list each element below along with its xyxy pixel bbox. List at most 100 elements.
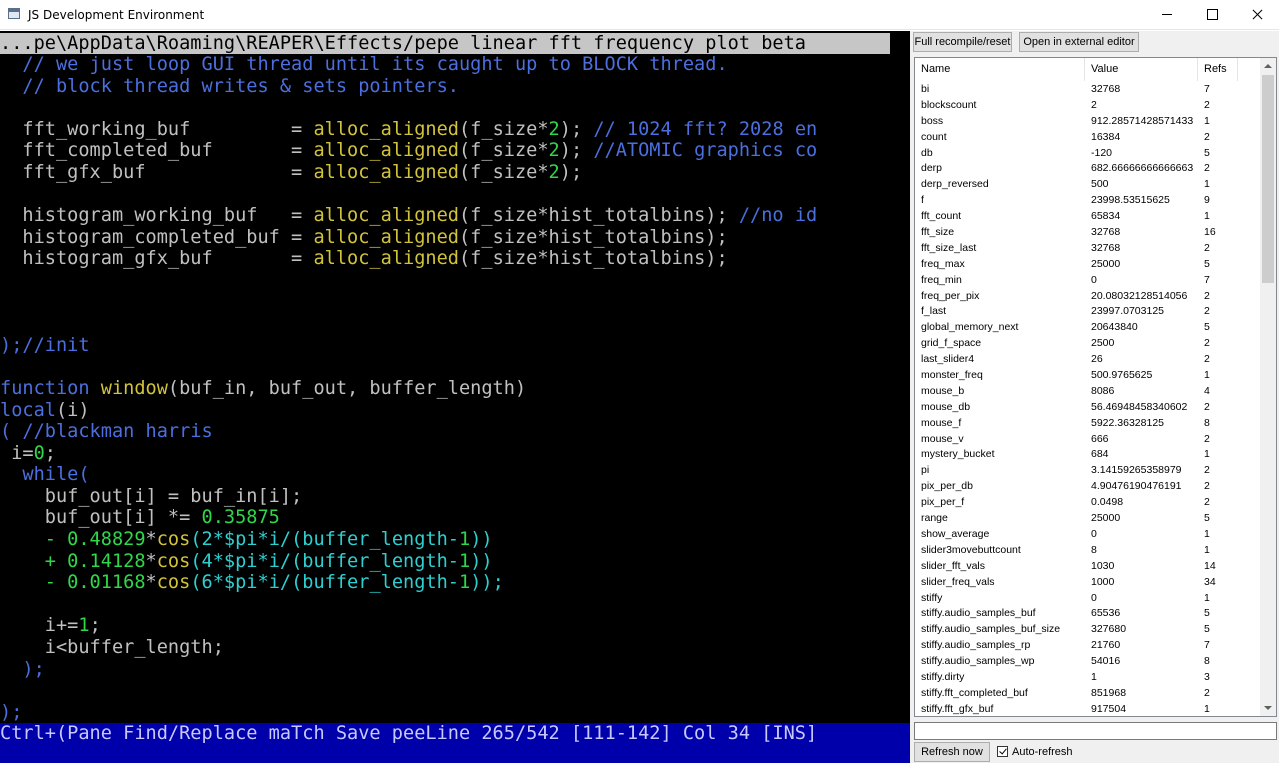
variable-row[interactable]: pix_per_db 4.90476190476191 2 [915,479,1260,495]
variable-row[interactable]: grid_f_space 2500 2 [915,336,1260,352]
code-area[interactable]: // we just loop GUI thread until its cau… [0,54,890,723]
code-line[interactable]: local(i) [0,400,890,422]
variable-refs: 9 [1204,194,1210,207]
variables-scrollbar[interactable] [1260,58,1276,716]
variable-row[interactable]: derp_reversed 500 1 [915,177,1260,193]
code-line[interactable]: function window(buf_in, buf_out, buffer_… [0,378,890,400]
variable-name: mouse_db [921,400,971,413]
variable-row[interactable]: stiffy.audio_samples_buf 65536 5 [915,606,1260,622]
close-button[interactable] [1235,0,1279,30]
variable-row[interactable]: stiffy.audio_samples_buf_size 327680 5 [915,622,1260,638]
variable-row[interactable]: freq_max 25000 5 [915,257,1260,273]
variable-row[interactable]: stiffy.audio_samples_rp 21760 7 [915,638,1260,654]
code-line[interactable]: i+=1; [0,615,890,637]
scrollbar-thumb[interactable] [1262,75,1274,283]
column-header-refs[interactable]: Refs [1198,58,1238,81]
variable-row[interactable]: range 25000 5 [915,511,1260,527]
variable-row[interactable]: fft_count 65834 1 [915,209,1260,225]
code-line[interactable] [0,292,890,314]
code-line[interactable]: // we just loop GUI thread until its cau… [0,54,890,76]
code-line[interactable]: ); [0,702,890,723]
code-line[interactable]: i<buffer_length; [0,637,890,659]
variable-row[interactable]: mouse_b 8086 4 [915,384,1260,400]
code-line[interactable]: );//init [0,335,890,357]
variable-row[interactable]: freq_per_pix 20.08032128514056 2 [915,289,1260,305]
variable-row[interactable]: stiffy.dirty 1 3 [915,670,1260,686]
variable-row[interactable]: slider3movebuttcount 8 1 [915,543,1260,559]
variable-row[interactable]: stiffy.fft_completed_buf 851968 2 [915,686,1260,702]
variable-row[interactable]: stiffy 0 1 [915,591,1260,607]
variable-row[interactable]: show_average 0 1 [915,527,1260,543]
filter-input[interactable] [914,722,1277,740]
variable-row[interactable]: mystery_bucket 684 1 [915,447,1260,463]
variables-list[interactable]: Name Value Refs bi 32768 7 blockscount 2 2 bos… [914,57,1277,717]
variable-row[interactable]: blockscount 2 2 [915,98,1260,114]
code-line[interactable]: ); [0,659,890,681]
variable-row[interactable]: mouse_db 56.46948458340602 2 [915,400,1260,416]
variable-row[interactable]: derp 682.66666666666663 2 [915,161,1260,177]
code-line[interactable] [0,184,890,206]
variable-row[interactable]: slider_freq_vals 1000 34 [915,575,1260,591]
full-recompile-button[interactable]: Full recompile/reset [913,32,1012,52]
code-line[interactable]: histogram_gfx_buf = alloc_aligned(f_size… [0,248,890,270]
code-line[interactable]: ( //blackman harris [0,421,890,443]
variable-row[interactable]: bi 32768 7 [915,82,1260,98]
code-line[interactable]: + 0.14128*cos(4*$pi*i/(buffer_length-1)) [0,551,890,573]
code-line[interactable]: buf_out[i] *= 0.35875 [0,507,890,529]
variable-row[interactable]: pi 3.14159265358979 2 [915,463,1260,479]
refresh-now-button[interactable]: Refresh now [914,742,990,762]
scroll-down-icon[interactable] [1260,700,1276,716]
minimize-button[interactable] [1145,0,1190,30]
code-line[interactable]: - 0.48829*cos(2*$pi*i/(buffer_length-1)) [0,529,890,551]
variable-value: 32768 [1091,226,1121,239]
code-token: (buf_in, buf_out, buffer_length) [167,377,527,399]
code-line[interactable]: histogram_working_buf = alloc_aligned(f_… [0,205,890,227]
variable-row[interactable]: stiffy.fft_gfx_buf 917504 1 [915,702,1260,716]
code-line[interactable] [0,356,890,378]
code-line[interactable]: fft_working_buf = alloc_aligned(f_size*2… [0,119,890,141]
variable-refs: 7 [1204,273,1210,286]
code-token: histogram_working_buf = [0,205,314,227]
variable-row[interactable]: mouse_v 666 2 [915,432,1260,448]
variable-row[interactable]: monster_freq 500.9765625 1 [915,368,1260,384]
variable-row[interactable]: fft_size 32768 16 [915,225,1260,241]
maximize-button[interactable] [1190,0,1235,30]
open-external-editor-button[interactable]: Open in external editor [1019,32,1139,52]
variable-row[interactable]: mouse_f 5922.36328125 8 [915,416,1260,432]
variable-row[interactable]: fft_size_last 32768 2 [915,241,1260,257]
variable-row[interactable]: freq_min 0 7 [915,273,1260,289]
variable-row[interactable]: stiffy.audio_samples_wp 54016 8 [915,654,1260,670]
code-line[interactable]: fft_gfx_buf = alloc_aligned(f_size*2); [0,162,890,184]
auto-refresh-checkbox[interactable] [997,746,1008,757]
variable-refs: 1 [1204,702,1210,715]
code-line[interactable]: while( [0,464,890,486]
code-line[interactable]: histogram_completed_buf = alloc_aligned(… [0,227,890,249]
code-line[interactable]: // block thread writes & sets pointers. [0,76,890,98]
code-line[interactable]: buf_out[i] = buf_in[i]; [0,486,890,508]
code-line[interactable] [0,97,890,119]
editor-scrollbar[interactable] [890,31,910,723]
column-header-value[interactable]: Value [1085,58,1198,81]
column-header-name[interactable]: Name [915,58,1085,81]
variable-row[interactable]: slider_fft_vals 1030 14 [915,559,1260,575]
variable-row[interactable]: db -120 5 [915,146,1260,162]
variable-row[interactable]: f 23998.53515625 9 [915,193,1260,209]
code-line[interactable] [0,313,890,335]
code-editor[interactable]: ...pe\AppData\Roaming\REAPER\Effects/pep… [0,31,910,763]
code-line[interactable] [0,594,890,616]
variable-row[interactable]: f_last 23997.0703125 2 [915,304,1260,320]
variable-row[interactable]: pix_per_f 0.0498 2 [915,495,1260,511]
variable-row[interactable]: boss 912.28571428571433 1 [915,114,1260,130]
code-line[interactable] [0,270,890,292]
variable-refs: 5 [1204,321,1210,334]
code-line[interactable]: fft_completed_buf = alloc_aligned(f_size… [0,140,890,162]
variable-row[interactable]: global_memory_next 20643840 5 [915,320,1260,336]
scroll-up-icon[interactable] [1260,58,1276,74]
variable-refs: 7 [1204,639,1210,652]
variable-row[interactable]: count 16384 2 [915,130,1260,146]
code-token: cos [156,572,191,594]
code-line[interactable] [0,680,890,702]
code-line[interactable]: i=0; [0,443,890,465]
variable-row[interactable]: last_slider4 26 2 [915,352,1260,368]
code-line[interactable]: - 0.01168*cos(6*$pi*i/(buffer_length-1))… [0,572,890,594]
